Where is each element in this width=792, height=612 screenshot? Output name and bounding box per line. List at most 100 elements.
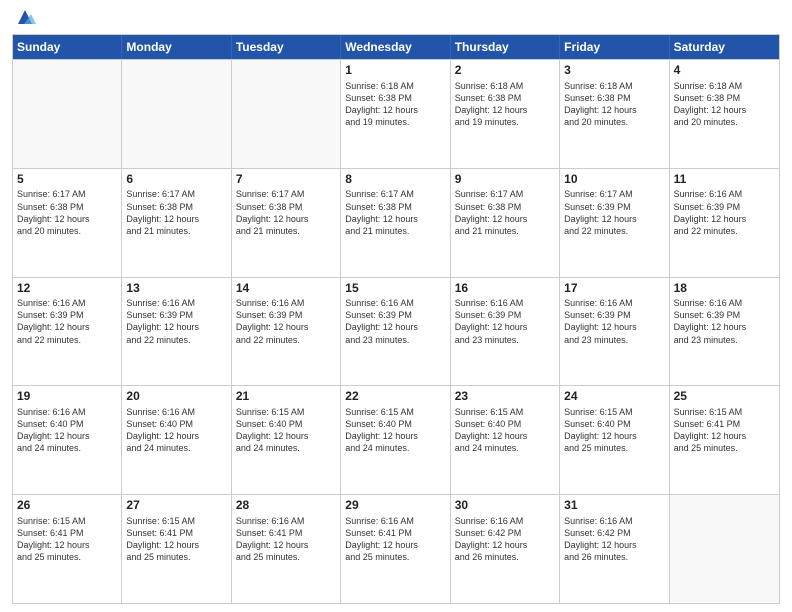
calendar-row-2: 12Sunrise: 6:16 AM Sunset: 6:39 PM Dayli… — [13, 277, 779, 386]
day-info: Sunrise: 6:17 AM Sunset: 6:39 PM Dayligh… — [564, 188, 664, 237]
day-number: 12 — [17, 281, 117, 297]
table-row: 18Sunrise: 6:16 AM Sunset: 6:39 PM Dayli… — [670, 278, 779, 386]
day-info: Sunrise: 6:15 AM Sunset: 6:41 PM Dayligh… — [126, 515, 226, 564]
day-info: Sunrise: 6:17 AM Sunset: 6:38 PM Dayligh… — [345, 188, 445, 237]
table-row: 15Sunrise: 6:16 AM Sunset: 6:39 PM Dayli… — [341, 278, 450, 386]
day-info: Sunrise: 6:15 AM Sunset: 6:40 PM Dayligh… — [455, 406, 555, 455]
day-info: Sunrise: 6:17 AM Sunset: 6:38 PM Dayligh… — [126, 188, 226, 237]
logo-icon — [14, 6, 36, 28]
day-info: Sunrise: 6:16 AM Sunset: 6:39 PM Dayligh… — [564, 297, 664, 346]
day-number: 25 — [674, 389, 775, 405]
day-number: 11 — [674, 172, 775, 188]
table-row — [122, 60, 231, 168]
day-info: Sunrise: 6:16 AM Sunset: 6:42 PM Dayligh… — [564, 515, 664, 564]
page: SundayMondayTuesdayWednesdayThursdayFrid… — [0, 0, 792, 612]
header-day-thursday: Thursday — [451, 35, 560, 59]
table-row — [232, 60, 341, 168]
day-info: Sunrise: 6:18 AM Sunset: 6:38 PM Dayligh… — [564, 80, 664, 129]
table-row: 1Sunrise: 6:18 AM Sunset: 6:38 PM Daylig… — [341, 60, 450, 168]
day-info: Sunrise: 6:16 AM Sunset: 6:42 PM Dayligh… — [455, 515, 555, 564]
day-number: 30 — [455, 498, 555, 514]
header-day-friday: Friday — [560, 35, 669, 59]
day-info: Sunrise: 6:18 AM Sunset: 6:38 PM Dayligh… — [674, 80, 775, 129]
header-day-saturday: Saturday — [670, 35, 779, 59]
day-number: 3 — [564, 63, 664, 79]
day-info: Sunrise: 6:16 AM Sunset: 6:39 PM Dayligh… — [455, 297, 555, 346]
day-number: 14 — [236, 281, 336, 297]
day-number: 9 — [455, 172, 555, 188]
table-row: 9Sunrise: 6:17 AM Sunset: 6:38 PM Daylig… — [451, 169, 560, 277]
calendar-row-3: 19Sunrise: 6:16 AM Sunset: 6:40 PM Dayli… — [13, 385, 779, 494]
table-row: 30Sunrise: 6:16 AM Sunset: 6:42 PM Dayli… — [451, 495, 560, 603]
day-info: Sunrise: 6:15 AM Sunset: 6:41 PM Dayligh… — [674, 406, 775, 455]
table-row: 16Sunrise: 6:16 AM Sunset: 6:39 PM Dayli… — [451, 278, 560, 386]
day-info: Sunrise: 6:15 AM Sunset: 6:40 PM Dayligh… — [564, 406, 664, 455]
table-row: 2Sunrise: 6:18 AM Sunset: 6:38 PM Daylig… — [451, 60, 560, 168]
day-number: 27 — [126, 498, 226, 514]
header — [12, 10, 780, 28]
calendar: SundayMondayTuesdayWednesdayThursdayFrid… — [12, 34, 780, 604]
header-day-wednesday: Wednesday — [341, 35, 450, 59]
day-number: 23 — [455, 389, 555, 405]
table-row: 10Sunrise: 6:17 AM Sunset: 6:39 PM Dayli… — [560, 169, 669, 277]
day-info: Sunrise: 6:15 AM Sunset: 6:41 PM Dayligh… — [17, 515, 117, 564]
day-number: 29 — [345, 498, 445, 514]
table-row: 21Sunrise: 6:15 AM Sunset: 6:40 PM Dayli… — [232, 386, 341, 494]
day-info: Sunrise: 6:17 AM Sunset: 6:38 PM Dayligh… — [17, 188, 117, 237]
day-number: 5 — [17, 172, 117, 188]
day-number: 31 — [564, 498, 664, 514]
day-number: 21 — [236, 389, 336, 405]
table-row: 23Sunrise: 6:15 AM Sunset: 6:40 PM Dayli… — [451, 386, 560, 494]
day-info: Sunrise: 6:16 AM Sunset: 6:39 PM Dayligh… — [674, 297, 775, 346]
day-info: Sunrise: 6:16 AM Sunset: 6:41 PM Dayligh… — [236, 515, 336, 564]
table-row: 12Sunrise: 6:16 AM Sunset: 6:39 PM Dayli… — [13, 278, 122, 386]
day-info: Sunrise: 6:17 AM Sunset: 6:38 PM Dayligh… — [236, 188, 336, 237]
day-info: Sunrise: 6:16 AM Sunset: 6:39 PM Dayligh… — [674, 188, 775, 237]
header-day-tuesday: Tuesday — [232, 35, 341, 59]
table-row: 8Sunrise: 6:17 AM Sunset: 6:38 PM Daylig… — [341, 169, 450, 277]
day-number: 18 — [674, 281, 775, 297]
table-row: 17Sunrise: 6:16 AM Sunset: 6:39 PM Dayli… — [560, 278, 669, 386]
day-number: 4 — [674, 63, 775, 79]
table-row: 19Sunrise: 6:16 AM Sunset: 6:40 PM Dayli… — [13, 386, 122, 494]
table-row: 4Sunrise: 6:18 AM Sunset: 6:38 PM Daylig… — [670, 60, 779, 168]
table-row — [13, 60, 122, 168]
day-info: Sunrise: 6:18 AM Sunset: 6:38 PM Dayligh… — [345, 80, 445, 129]
logo — [12, 10, 36, 28]
calendar-row-0: 1Sunrise: 6:18 AM Sunset: 6:38 PM Daylig… — [13, 59, 779, 168]
table-row — [670, 495, 779, 603]
table-row: 22Sunrise: 6:15 AM Sunset: 6:40 PM Dayli… — [341, 386, 450, 494]
calendar-row-4: 26Sunrise: 6:15 AM Sunset: 6:41 PM Dayli… — [13, 494, 779, 603]
day-info: Sunrise: 6:16 AM Sunset: 6:39 PM Dayligh… — [17, 297, 117, 346]
day-number: 17 — [564, 281, 664, 297]
table-row: 5Sunrise: 6:17 AM Sunset: 6:38 PM Daylig… — [13, 169, 122, 277]
day-info: Sunrise: 6:16 AM Sunset: 6:40 PM Dayligh… — [126, 406, 226, 455]
table-row: 26Sunrise: 6:15 AM Sunset: 6:41 PM Dayli… — [13, 495, 122, 603]
day-number: 7 — [236, 172, 336, 188]
table-row: 31Sunrise: 6:16 AM Sunset: 6:42 PM Dayli… — [560, 495, 669, 603]
header-day-sunday: Sunday — [13, 35, 122, 59]
table-row: 28Sunrise: 6:16 AM Sunset: 6:41 PM Dayli… — [232, 495, 341, 603]
day-number: 13 — [126, 281, 226, 297]
day-number: 1 — [345, 63, 445, 79]
day-info: Sunrise: 6:16 AM Sunset: 6:40 PM Dayligh… — [17, 406, 117, 455]
day-number: 16 — [455, 281, 555, 297]
day-info: Sunrise: 6:15 AM Sunset: 6:40 PM Dayligh… — [345, 406, 445, 455]
table-row: 20Sunrise: 6:16 AM Sunset: 6:40 PM Dayli… — [122, 386, 231, 494]
table-row: 6Sunrise: 6:17 AM Sunset: 6:38 PM Daylig… — [122, 169, 231, 277]
table-row: 3Sunrise: 6:18 AM Sunset: 6:38 PM Daylig… — [560, 60, 669, 168]
table-row: 25Sunrise: 6:15 AM Sunset: 6:41 PM Dayli… — [670, 386, 779, 494]
day-info: Sunrise: 6:18 AM Sunset: 6:38 PM Dayligh… — [455, 80, 555, 129]
day-number: 6 — [126, 172, 226, 188]
day-number: 26 — [17, 498, 117, 514]
day-info: Sunrise: 6:16 AM Sunset: 6:41 PM Dayligh… — [345, 515, 445, 564]
day-info: Sunrise: 6:16 AM Sunset: 6:39 PM Dayligh… — [345, 297, 445, 346]
day-number: 10 — [564, 172, 664, 188]
day-info: Sunrise: 6:15 AM Sunset: 6:40 PM Dayligh… — [236, 406, 336, 455]
table-row: 27Sunrise: 6:15 AM Sunset: 6:41 PM Dayli… — [122, 495, 231, 603]
day-number: 22 — [345, 389, 445, 405]
table-row: 14Sunrise: 6:16 AM Sunset: 6:39 PM Dayli… — [232, 278, 341, 386]
table-row: 13Sunrise: 6:16 AM Sunset: 6:39 PM Dayli… — [122, 278, 231, 386]
table-row: 24Sunrise: 6:15 AM Sunset: 6:40 PM Dayli… — [560, 386, 669, 494]
day-number: 19 — [17, 389, 117, 405]
